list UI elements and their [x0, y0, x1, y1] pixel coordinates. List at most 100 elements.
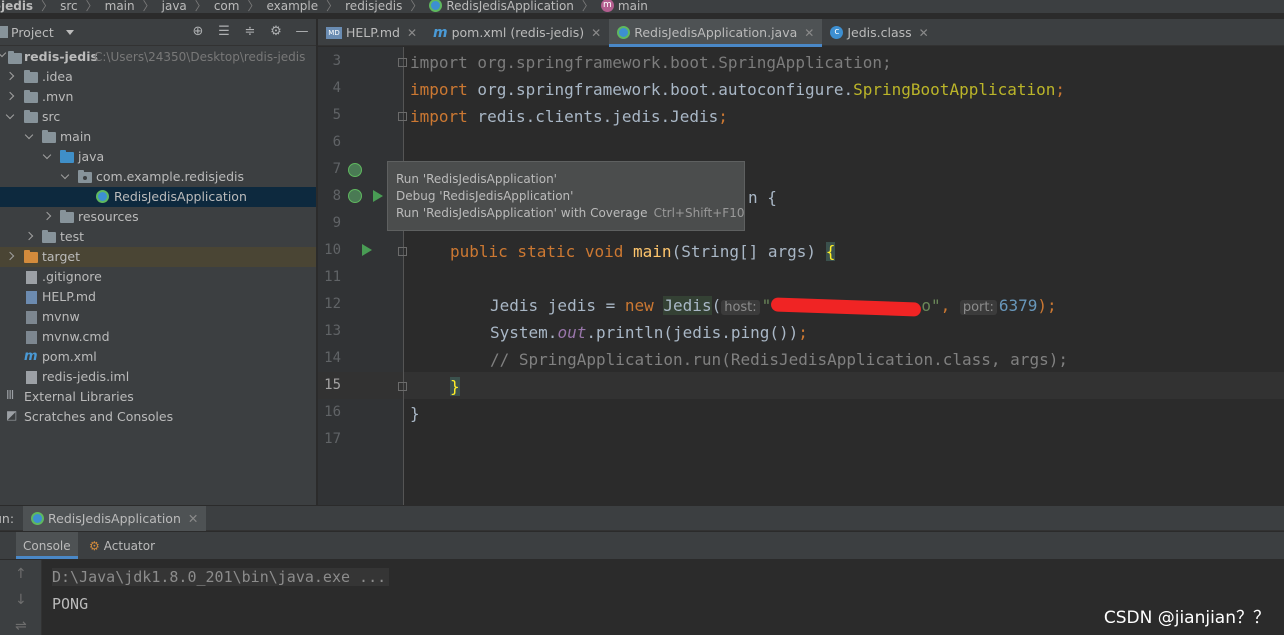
excluded-folder-icon [24, 250, 38, 263]
chevron-right-icon[interactable] [5, 252, 15, 262]
menu-item-run[interactable]: Run 'RedisJedisApplication' [396, 172, 736, 189]
tree-item-java[interactable]: java [0, 147, 316, 167]
code-editor[interactable]: 3 4 5 6 7 8 9 10 11 12 13 14 15 16 17 im… [318, 47, 1284, 505]
watermark: CSDN @jianjian？？ [1103, 608, 1270, 628]
gear-icon[interactable]: ⚙ [268, 24, 284, 40]
breadcrumb-class[interactable]: RedisJedisApplication [446, 0, 574, 13]
tree-item-package[interactable]: com.example.redisjedis [0, 167, 316, 187]
chevron-right-icon[interactable] [5, 92, 15, 102]
tree-item-label: RedisJedisApplication [114, 189, 247, 204]
close-icon[interactable]: ✕ [591, 26, 601, 40]
breadcrumb-project[interactable]: -jedis [0, 0, 33, 13]
close-icon[interactable]: ✕ [407, 26, 417, 40]
line-number-current: 15 [324, 377, 341, 393]
arrow-up-icon[interactable]: ↑ [15, 566, 27, 582]
run-class-icon[interactable] [373, 190, 383, 202]
close-icon[interactable]: ✕ [919, 26, 929, 40]
tree-item-idea[interactable]: .idea [0, 67, 316, 87]
arrow-down-icon[interactable]: ↓ [15, 592, 27, 608]
run-main-icon[interactable] [362, 244, 372, 256]
tree-item-gitignore[interactable]: .gitignore [0, 267, 316, 287]
tree-item-scratches[interactable]: ◩ Scratches and Consoles [0, 407, 316, 427]
tab-help-md[interactable]: MD HELP.md ✕ [318, 19, 425, 46]
chevron-down-icon[interactable] [60, 173, 70, 183]
tree-item-redis-jedis[interactable]: redis-jedis C:\Users\24350\Desktop\redis… [0, 47, 316, 67]
project-view-icon [0, 26, 8, 38]
tree-item-mvn[interactable]: .mvn [0, 87, 316, 107]
tree-item-pom-xml[interactable]: m pom.xml [0, 347, 316, 367]
source-folder-icon [60, 150, 74, 163]
soft-wrap-icon[interactable]: ⇌ [15, 618, 27, 634]
fold-icon[interactable] [398, 382, 407, 391]
fold-icon[interactable] [398, 247, 407, 256]
chevron-down-icon[interactable] [5, 113, 15, 123]
spring-app-gutter-icon[interactable] [348, 189, 362, 203]
fold-icon[interactable] [398, 112, 407, 121]
line-number: 10 [324, 242, 341, 258]
breadcrumb-example[interactable]: example [266, 0, 318, 13]
project-view-selector[interactable]: Project [11, 25, 54, 40]
breadcrumb-src[interactable]: src [60, 0, 78, 13]
chevron-down-icon[interactable] [65, 29, 74, 35]
tab-jedis-class[interactable]: c Jedis.class ✕ [822, 19, 936, 46]
console-output[interactable]: D:\Java\jdk1.8.0_201\bin\java.exe ... PO… [52, 564, 390, 618]
tab-label: Jedis.class [847, 25, 912, 40]
tree-item-mvnw[interactable]: mvnw [0, 307, 316, 327]
breadcrumb: -jedis〉 src〉 main〉 java〉 com〉 example〉 r… [0, 0, 1284, 13]
tree-item-target[interactable]: target [0, 247, 316, 267]
tree-item-mvnw-cmd[interactable]: mvnw.cmd [0, 327, 316, 347]
fold-icon[interactable] [398, 58, 407, 67]
chevron-right-icon[interactable] [24, 232, 34, 242]
close-icon[interactable]: ✕ [188, 511, 198, 526]
tab-actuator[interactable]: ⚙ Actuator [82, 532, 162, 559]
chevron-down-icon[interactable] [0, 51, 7, 61]
console-line: PONG [52, 595, 89, 613]
breadcrumb-java[interactable]: java [162, 0, 187, 13]
folder-icon [24, 110, 38, 123]
tree-item-label: main [60, 129, 92, 144]
chevron-down-icon[interactable] [42, 153, 52, 163]
tree-item-main[interactable]: main [0, 127, 316, 147]
collapse-all-icon[interactable]: ≑ [242, 24, 258, 40]
param-hint-port: port: [959, 300, 997, 315]
locate-icon[interactable]: ⊕ [190, 24, 206, 40]
project-path: C:\Users\24350\Desktop\redis-jedis [94, 50, 306, 64]
line-number: 17 [324, 431, 341, 447]
breadcrumb-com[interactable]: com [214, 0, 240, 13]
hide-icon[interactable]: — [294, 24, 310, 40]
folder-icon [42, 230, 56, 243]
tree-item-external-libraries[interactable]: Ⅲ External Libraries [0, 387, 316, 407]
tree-item-redis-jedis-application[interactable]: RedisJedisApplication [0, 187, 316, 207]
tree-item-label: .gitignore [42, 269, 102, 284]
spring-app-icon [96, 190, 109, 203]
chevron-right-icon[interactable] [42, 212, 52, 222]
tree-item-iml[interactable]: redis-jedis.iml [0, 367, 316, 387]
tab-label: RedisJedisApplication.java [634, 25, 798, 40]
tab-redis-jedis-application[interactable]: RedisJedisApplication.java ✕ [609, 19, 823, 47]
breadcrumb-redisjedis[interactable]: redisjedis [345, 0, 402, 13]
tab-pom-xml[interactable]: m pom.xml (redis-jedis) ✕ [425, 19, 609, 46]
line-number: 16 [324, 404, 341, 420]
menu-item-label: Run 'RedisJedisApplication' with Coverag… [396, 206, 648, 220]
chevron-down-icon[interactable] [24, 133, 34, 143]
tab-console[interactable]: Console [16, 532, 78, 559]
chevron-right-icon[interactable] [5, 72, 15, 82]
tree-item-test[interactable]: test [0, 227, 316, 247]
tree-item-label: HELP.md [42, 289, 96, 304]
scratches-icon: ◩ [6, 408, 18, 422]
tree-item-resources[interactable]: resources [0, 207, 316, 227]
line-number: 13 [324, 323, 341, 339]
spring-bean-icon[interactable] [348, 163, 362, 177]
tree-item-src[interactable]: src [0, 107, 316, 127]
project-tree: redis-jedis C:\Users\24350\Desktop\redis… [0, 47, 316, 424]
close-icon[interactable]: ✕ [804, 26, 814, 40]
menu-item-debug[interactable]: Debug 'RedisJedisApplication' [396, 189, 736, 206]
menu-item-run-coverage[interactable]: Run 'RedisJedisApplication' with Coverag… [396, 206, 744, 223]
expand-all-icon[interactable]: ☰ [216, 24, 232, 40]
breadcrumb-main[interactable]: main [105, 0, 135, 13]
run-config-tab[interactable]: RedisJedisApplication ✕ [23, 506, 207, 531]
tree-item-label: External Libraries [24, 389, 134, 404]
tree-item-help-md[interactable]: HELP.md [0, 287, 316, 307]
breadcrumb-method[interactable]: main [618, 0, 648, 13]
code-line-12: Jedis jedis = new Jedis(host: " o", port: 6… [490, 296, 1057, 317]
